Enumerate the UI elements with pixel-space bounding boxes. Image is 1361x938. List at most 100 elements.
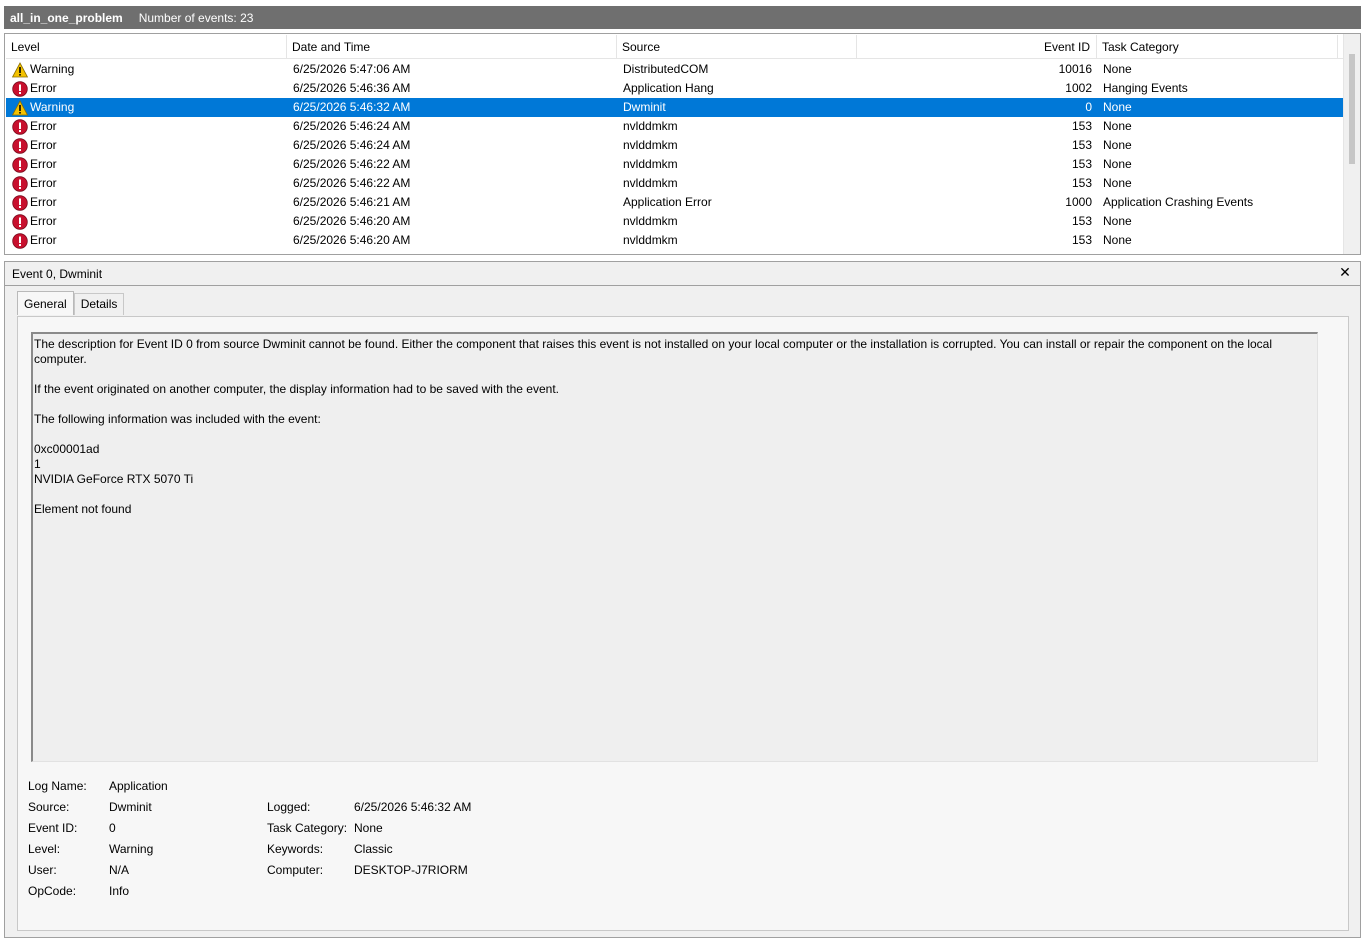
row-event-id: 10016 xyxy=(1058,62,1092,76)
row-level-text: Error xyxy=(30,195,57,209)
row-source: Application Error xyxy=(623,195,712,209)
logged-label: Logged: xyxy=(267,800,311,814)
event-row[interactable]: Error 6/25/2026 5:46:20 AM nvlddmkm 153 None xyxy=(6,212,1344,231)
row-task-category: None xyxy=(1103,138,1132,152)
event-count: Number of events: 23 xyxy=(138,10,254,25)
event-row[interactable]: Error 6/25/2026 5:46:24 AM nvlddmkm 153 None xyxy=(6,136,1344,155)
row-level-text: Error xyxy=(30,138,57,152)
event-list-scrollbar[interactable] xyxy=(1343,34,1360,254)
row-task-category: None xyxy=(1103,214,1132,228)
event-row[interactable]: Error 6/25/2026 5:46:22 AM nvlddmkm 153 None xyxy=(6,174,1344,193)
computer-value: DESKTOP-J7RIORM xyxy=(354,863,468,877)
column-header-level[interactable]: Level xyxy=(6,35,287,59)
row-event-id: 0 xyxy=(1085,100,1092,114)
row-event-id: 153 xyxy=(1071,138,1092,152)
log-name: all_in_one_problem xyxy=(10,10,123,25)
row-task-category: None xyxy=(1103,100,1132,114)
row-event-id: 1002 xyxy=(1065,81,1092,95)
column-header-task-category[interactable]: Task Category xyxy=(1097,35,1338,59)
tab-general[interactable]: General xyxy=(17,291,74,315)
event-list-header: Level Date and Time Source Event ID Task… xyxy=(6,35,1345,59)
computer-label: Computer: xyxy=(267,863,324,877)
row-date: 6/25/2026 5:46:24 AM xyxy=(293,138,411,152)
row-source: Dwminit xyxy=(623,100,666,114)
row-level: Error xyxy=(12,193,282,212)
error-icon xyxy=(12,213,28,230)
detail-title: Event 0, Dwminit xyxy=(12,267,103,281)
row-task-category: None xyxy=(1103,233,1132,247)
row-level: Error xyxy=(12,155,282,174)
description-line: 1 xyxy=(34,457,41,471)
row-source: nvlddmkm xyxy=(623,119,678,133)
description-gap xyxy=(34,367,1316,382)
row-level: Error xyxy=(12,79,282,98)
row-level-text: Error xyxy=(30,233,57,247)
row-level-text: Warning xyxy=(30,62,75,76)
row-date: 6/25/2026 5:46:22 AM xyxy=(293,157,411,171)
event-row[interactable]: Error 6/25/2026 5:46:36 AM Application Han… xyxy=(6,79,1344,98)
column-header-event-id[interactable]: Event ID xyxy=(857,35,1097,59)
level-label: Level: xyxy=(28,842,61,856)
row-task-category: Application Crashing Events xyxy=(1103,195,1254,209)
description-line: NVIDIA GeForce RTX 5070 Ti xyxy=(34,472,194,486)
user-value: N/A xyxy=(109,863,130,877)
row-date: 6/25/2026 5:46:32 AM xyxy=(293,100,411,114)
event-row[interactable]: Error 6/25/2026 5:46:22 AM nvlddmkm 153 None xyxy=(6,155,1344,174)
row-source: DistributedCOM xyxy=(623,62,709,76)
log-name-label: Log Name: xyxy=(28,779,87,793)
row-level-text: Warning xyxy=(30,100,75,114)
column-header-source[interactable]: Source xyxy=(617,35,857,59)
row-level-text: Error xyxy=(30,119,57,133)
row-level-text: Error xyxy=(30,157,57,171)
event-detail-panel: Event 0, Dwminit ✕ General Details The d… xyxy=(4,261,1361,938)
row-task-category: Hanging Events xyxy=(1103,81,1188,95)
detail-tabs: General Details xyxy=(17,291,125,315)
close-icon[interactable]: ✕ xyxy=(1338,265,1352,279)
event-row[interactable]: Error 6/25/2026 5:46:21 AM Application Err… xyxy=(6,193,1344,212)
scrollbar-thumb[interactable] xyxy=(1349,54,1355,164)
event-row[interactable]: Warning 6/25/2026 5:47:06 AM DistributedCO… xyxy=(6,60,1344,79)
event-row[interactable]: Error 6/25/2026 5:46:20 AM nvlddmkm 153 None xyxy=(6,231,1344,250)
event-properties: Log Name: Application Source: Dwminit Ev… xyxy=(28,777,728,917)
warning-icon xyxy=(12,99,28,116)
row-date: 6/25/2026 5:46:20 AM xyxy=(293,214,411,228)
row-date: 6/25/2026 5:46:20 AM xyxy=(293,233,411,247)
source-label: Source: xyxy=(28,800,70,814)
row-source: nvlddmkm xyxy=(623,214,678,228)
opcode-label: OpCode: xyxy=(28,884,77,898)
column-header-date[interactable]: Date and Time xyxy=(287,35,617,59)
level-value: Warning xyxy=(109,842,154,856)
event-description[interactable]: The description for Event ID 0 from sour… xyxy=(31,332,1318,762)
error-icon xyxy=(12,156,28,173)
row-level: Warning xyxy=(12,98,282,117)
row-level-text: Error xyxy=(30,214,57,228)
task-category-value: None xyxy=(354,821,383,835)
error-icon xyxy=(12,80,28,97)
row-date: 6/25/2026 5:46:36 AM xyxy=(293,81,411,95)
event-row[interactable]: Warning 6/25/2026 5:46:32 AM Dwminit 0 None xyxy=(6,98,1344,117)
keywords-value: Classic xyxy=(354,842,393,856)
logged-value: 6/25/2026 5:46:32 AM xyxy=(354,800,472,814)
row-event-id: 153 xyxy=(1071,233,1092,247)
row-level: Error xyxy=(12,231,282,250)
error-icon xyxy=(12,232,28,249)
log-name-value: Application xyxy=(109,779,168,793)
row-source: nvlddmkm xyxy=(623,233,678,247)
event-list[interactable]: Level Date and Time Source Event ID Task… xyxy=(4,33,1361,255)
row-date: 6/25/2026 5:46:24 AM xyxy=(293,119,411,133)
event-row[interactable]: Error 6/25/2026 5:46:24 AM nvlddmkm 153 None xyxy=(6,117,1344,136)
error-icon xyxy=(12,118,28,135)
row-event-id: 153 xyxy=(1071,214,1092,228)
row-date: 6/25/2026 5:47:06 AM xyxy=(293,62,411,76)
row-event-id: 1000 xyxy=(1065,195,1092,209)
row-task-category: None xyxy=(1103,62,1132,76)
row-date: 6/25/2026 5:46:22 AM xyxy=(293,176,411,190)
row-source: nvlddmkm xyxy=(623,157,678,171)
tab-details[interactable]: Details xyxy=(73,293,125,315)
row-source: nvlddmkm xyxy=(623,138,678,152)
row-source: Application Hang xyxy=(623,81,714,95)
row-level: Error xyxy=(12,117,282,136)
row-date: 6/25/2026 5:46:21 AM xyxy=(293,195,411,209)
description-gap xyxy=(34,487,1316,502)
event-rows: Warning 6/25/2026 5:47:06 AM DistributedCO… xyxy=(6,60,1344,250)
